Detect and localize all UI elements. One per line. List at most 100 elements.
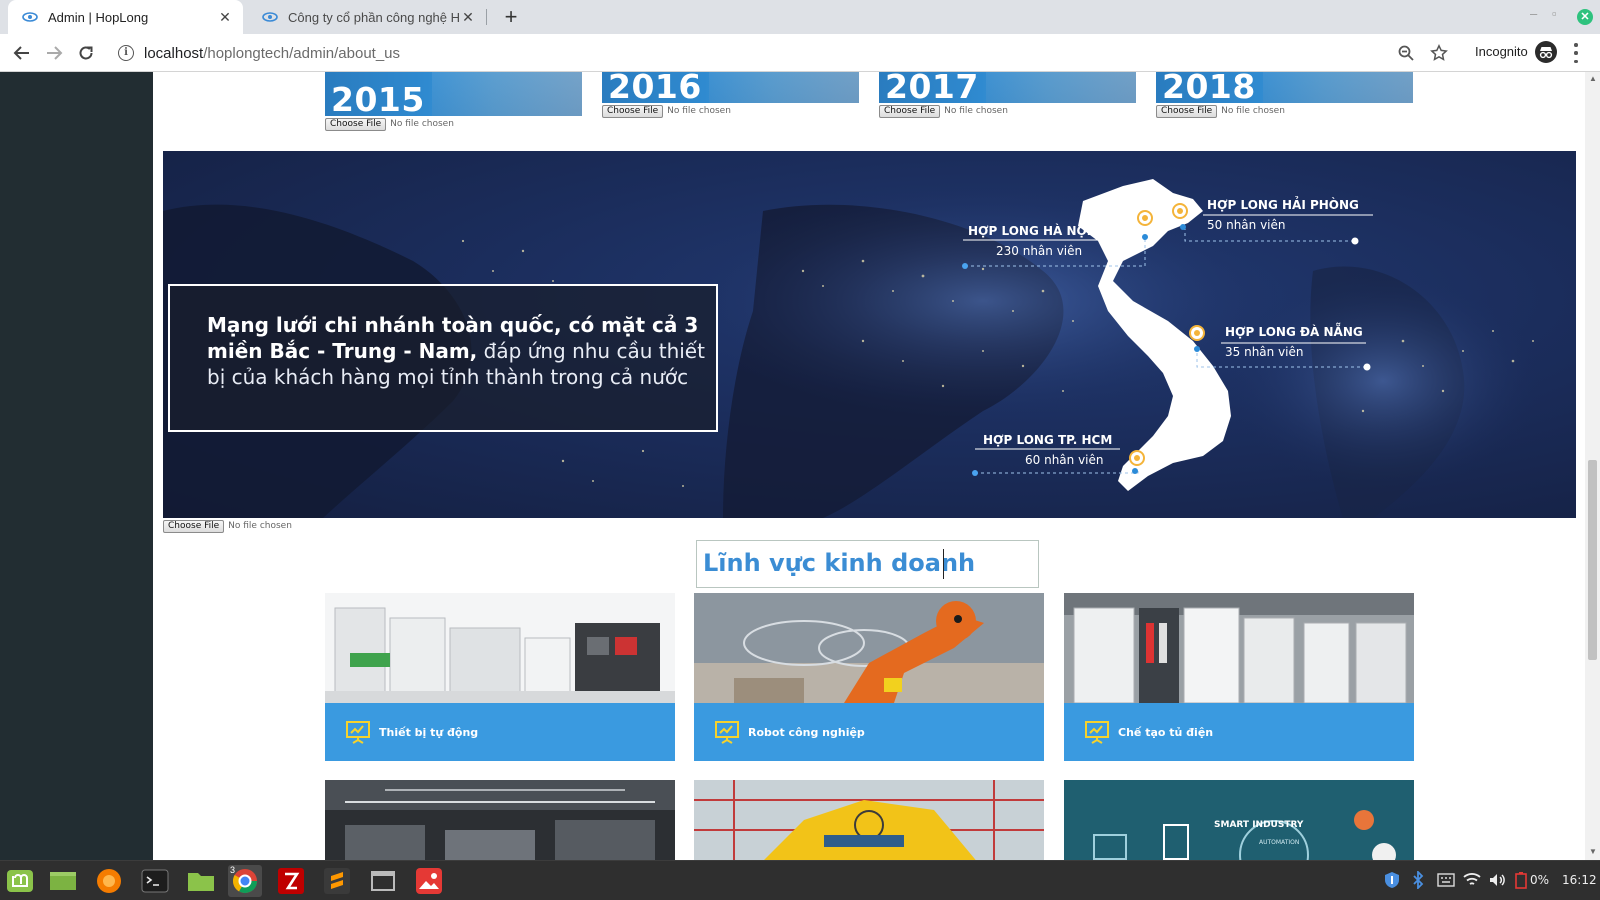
- zoom-icon[interactable]: [1396, 43, 1416, 63]
- automation-text: AUTOMATION: [1259, 839, 1299, 846]
- business-card-switchboard[interactable]: Chế tạo tủ điện: [1064, 593, 1414, 761]
- automation-equipment-image: [325, 593, 675, 703]
- volume-icon[interactable]: [1488, 872, 1506, 891]
- choose-file-button[interactable]: Choose File: [602, 104, 664, 118]
- page-content: 2015 Choose File No file chosen 2016 Cho…: [153, 72, 1585, 860]
- choose-file-button[interactable]: Choose File: [325, 117, 387, 131]
- reload-button[interactable]: [72, 39, 100, 67]
- text-caret: [943, 549, 944, 579]
- files-icon[interactable]: [184, 865, 218, 897]
- branch-name: HỢP LONG HÀ NỘI: [968, 224, 1092, 238]
- year-card-2018: 2018 Choose File No file chosen: [1156, 72, 1413, 118]
- url-path: /hoplongtech/admin/about_us: [203, 44, 401, 62]
- year-card-2016: 2016 Choose File No file chosen: [602, 72, 859, 118]
- reload-icon: [79, 46, 93, 60]
- year-card-2017: 2017 Choose File No file chosen: [879, 72, 1136, 118]
- show-desktop-icon[interactable]: [46, 865, 80, 897]
- clock[interactable]: 16:12: [1562, 873, 1597, 887]
- tab-admin-hoplong[interactable]: Admin | HopLong ✕: [8, 0, 243, 34]
- year-card-2015: 2015 Choose File No file chosen: [325, 72, 582, 131]
- back-arrow-icon: [13, 46, 29, 60]
- year-label: 2015: [331, 80, 425, 116]
- choose-file-button[interactable]: Choose File: [163, 519, 225, 533]
- forward-arrow-icon: [47, 46, 63, 60]
- branch-name: HỢP LONG TP. HCM: [983, 433, 1113, 447]
- maximize-icon[interactable]: ▫: [1552, 6, 1557, 21]
- admin-sidebar: [0, 72, 153, 860]
- chrome-icon[interactable]: 3: [228, 865, 262, 897]
- file-input[interactable]: Choose File No file chosen: [602, 104, 859, 118]
- minimize-icon[interactable]: –: [1530, 6, 1537, 21]
- tab-separator: [486, 9, 487, 25]
- sublime-text-icon[interactable]: [320, 865, 354, 897]
- branch-staff: 60 nhân viên: [1025, 453, 1104, 467]
- window-icon[interactable]: [366, 865, 400, 897]
- no-file-label: No file chosen: [667, 106, 731, 116]
- file-input[interactable]: Choose File No file chosen: [325, 117, 582, 131]
- incognito-icon[interactable]: [1535, 41, 1557, 63]
- business-card-text: Robot công nghiệp: [748, 725, 865, 739]
- business-card-label: Chế tạo tủ điện: [1064, 703, 1414, 761]
- presentation-chart-icon: [346, 721, 370, 744]
- branch-network-banner: Mạng lưới chi nhánh toàn quốc, có mặt cả…: [163, 151, 1576, 518]
- scroll-up-arrow-icon[interactable]: ▲: [1589, 74, 1597, 83]
- business-card-label: Robot công nghiệp: [694, 703, 1044, 761]
- smart-industry-image[interactable]: SMART INDUSTRY AUTOMATION: [1064, 780, 1414, 860]
- network-headline: Mạng lưới chi nhánh toàn quốc, có mặt cả…: [207, 312, 707, 390]
- wifi-icon[interactable]: [1463, 872, 1481, 891]
- forward-button[interactable]: [40, 39, 68, 67]
- year-label: 2017: [885, 72, 979, 103]
- close-tab-icon[interactable]: ✕: [217, 9, 233, 26]
- electrical-cabinet-image: [1064, 593, 1414, 703]
- business-card-robot[interactable]: Robot công nghiệp: [694, 593, 1044, 761]
- yellow-robot-image[interactable]: [694, 780, 1044, 860]
- keyboard-icon[interactable]: [1437, 873, 1455, 890]
- business-card-text: Thiết bị tự động: [379, 725, 479, 739]
- industrial-robot-image: [694, 593, 1044, 703]
- tab-company[interactable]: Công ty cổ phần công nghệ Hợp ✕: [250, 0, 486, 34]
- bluetooth-icon[interactable]: [1411, 869, 1425, 892]
- page-scrollbar[interactable]: ▲ ▼: [1585, 72, 1600, 860]
- mint-menu-icon[interactable]: [3, 865, 37, 897]
- menu-dots-icon[interactable]: [1573, 43, 1579, 63]
- branch-name: HỢP LONG ĐÀ NẴNG: [1225, 325, 1363, 339]
- tab-title: Công ty cổ phần công nghệ Hợp: [288, 9, 460, 25]
- scroll-thumb[interactable]: [1588, 460, 1597, 660]
- favicon-icon: [22, 12, 38, 22]
- close-tab-icon[interactable]: ✕: [460, 9, 476, 26]
- filezilla-icon[interactable]: [274, 865, 308, 897]
- choose-file-button[interactable]: Choose File: [879, 104, 941, 118]
- year-label: 2016: [608, 72, 702, 103]
- image-viewer-icon[interactable]: [412, 865, 446, 897]
- url-host: localhost: [144, 44, 204, 62]
- back-button[interactable]: [8, 39, 36, 67]
- tab-title: Admin | HopLong: [48, 9, 149, 25]
- terminal-icon[interactable]: [138, 865, 172, 897]
- window-close-button[interactable]: ✕: [1577, 9, 1593, 25]
- favicon-icon: [262, 12, 278, 22]
- browser-tab-bar: Admin | HopLong ✕ Công ty cổ phần công n…: [0, 0, 1600, 34]
- bookmark-star-icon[interactable]: [1429, 43, 1449, 63]
- scroll-down-arrow-icon[interactable]: ▼: [1589, 847, 1597, 856]
- business-title-input[interactable]: Lĩnh vực kinh doanh: [696, 540, 1039, 588]
- branch-danang: HỢP LONG ĐÀ NẴNG 35 nhân viên: [1225, 325, 1363, 359]
- branch-name: HỢP LONG HẢI PHÒNG: [1207, 198, 1359, 212]
- presentation-chart-icon: [715, 721, 739, 744]
- no-file-label: No file chosen: [390, 119, 454, 129]
- firefox-icon[interactable]: [92, 865, 126, 897]
- year-banner-image: 2018: [1156, 72, 1413, 103]
- warehouse-image[interactable]: [325, 780, 675, 860]
- info-icon[interactable]: i: [118, 45, 134, 61]
- business-card-automation[interactable]: Thiết bị tự động: [325, 593, 675, 761]
- no-file-label: No file chosen: [1221, 106, 1285, 116]
- address-bar[interactable]: i localhost/hoplongtech/admin/about_us: [112, 39, 1432, 67]
- battery-icon[interactable]: [1515, 871, 1527, 892]
- file-input[interactable]: Choose File No file chosen: [163, 519, 292, 533]
- file-input[interactable]: Choose File No file chosen: [1156, 104, 1413, 118]
- branch-staff: 50 nhân viên: [1207, 218, 1286, 232]
- shield-icon[interactable]: [1383, 871, 1401, 892]
- file-input[interactable]: Choose File No file chosen: [879, 104, 1136, 118]
- choose-file-button[interactable]: Choose File: [1156, 104, 1218, 118]
- branch-staff: 35 nhân viên: [1225, 345, 1304, 359]
- new-tab-button[interactable]: +: [497, 3, 525, 31]
